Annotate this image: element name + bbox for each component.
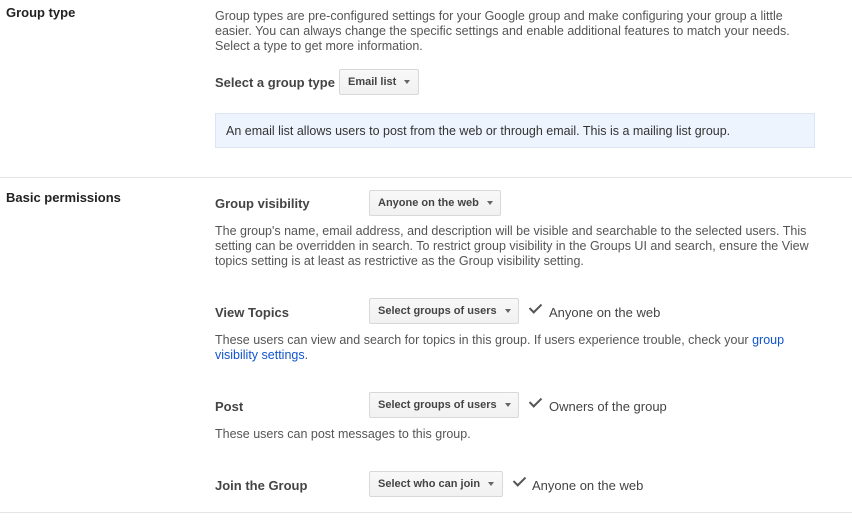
- group-type-dropdown[interactable]: Email list: [339, 69, 419, 95]
- chevron-down-icon: [504, 403, 511, 407]
- group-visibility-dropdown[interactable]: Anyone on the web: [369, 190, 501, 216]
- group-visibility-dropdown-value: Anyone on the web: [378, 197, 479, 209]
- join-group-value: Anyone on the web: [532, 478, 644, 493]
- group-visibility-description: The group's name, email address, and des…: [215, 224, 809, 268]
- post-value: Owners of the group: [549, 399, 667, 414]
- view-topics-description: These users can view and search for topi…: [215, 333, 820, 363]
- select-group-type-label: Select a group type: [215, 75, 335, 90]
- group-visibility-label: Group visibility: [215, 196, 310, 211]
- view-topics-dropdown-label: Select groups of users: [378, 305, 497, 317]
- chevron-down-icon: [486, 201, 493, 205]
- chevron-down-icon: [504, 309, 511, 313]
- join-group-label: Join the Group: [215, 478, 308, 493]
- group-type-dropdown-value: Email list: [348, 76, 397, 88]
- post-description: These users can post messages to this gr…: [215, 427, 471, 441]
- section-divider: [0, 177, 852, 178]
- checkmark-icon: [528, 394, 543, 408]
- group-type-info-text: An email list allows users to post from …: [226, 123, 731, 138]
- join-group-dropdown-label: Select who can join: [378, 478, 481, 490]
- section-title-basic-permissions: Basic permissions: [6, 190, 121, 205]
- view-topics-value: Anyone on the web: [549, 305, 661, 320]
- post-label: Post: [215, 399, 244, 414]
- chevron-down-icon: [404, 80, 411, 84]
- post-dropdown-label: Select groups of users: [378, 399, 497, 411]
- checkmark-icon: [528, 300, 543, 314]
- view-topics-label: View Topics: [215, 305, 289, 320]
- join-group-dropdown[interactable]: Select who can join: [369, 471, 503, 497]
- checkmark-icon: [512, 473, 527, 487]
- section-divider: [0, 512, 852, 513]
- chevron-down-icon: [488, 482, 495, 486]
- view-topics-description-end: .: [304, 348, 309, 362]
- view-topics-description-text: These users can view and search for topi…: [215, 333, 753, 347]
- view-topics-dropdown[interactable]: Select groups of users: [369, 298, 519, 324]
- group-type-info-box: An email list allows users to post from …: [215, 113, 815, 148]
- section-title-group-type: Group type: [6, 5, 76, 20]
- post-dropdown[interactable]: Select groups of users: [369, 392, 519, 418]
- group-type-description: Group types are pre-configured settings …: [215, 9, 790, 53]
